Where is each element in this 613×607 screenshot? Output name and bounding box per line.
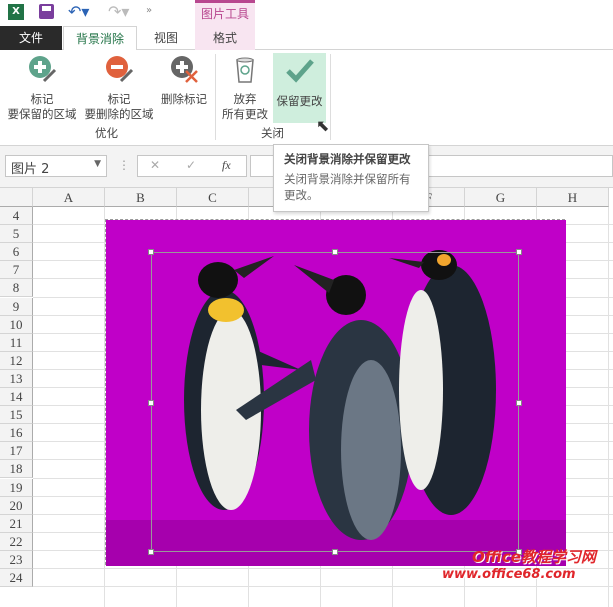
row-header-8[interactable]: 8 <box>0 279 33 298</box>
keep-changes-button[interactable]: 保留更改 <box>273 53 326 123</box>
label: 放弃 <box>233 92 257 106</box>
resize-handle[interactable] <box>148 249 154 255</box>
row-header-17[interactable]: 17 <box>0 442 33 461</box>
tab-background-removal[interactable]: 背景消除 <box>63 26 137 51</box>
row-header-10[interactable]: 10 <box>0 315 33 334</box>
cancel-icon[interactable]: ✕ <box>150 158 160 172</box>
save-icon[interactable] <box>39 4 54 19</box>
ribbon-tabs: 文件 背景消除 视图 格式 <box>0 26 613 51</box>
label: 保留更改 <box>276 94 323 108</box>
mark-remove-icon <box>106 56 134 83</box>
picture[interactable] <box>105 219 566 566</box>
watermark: Office教程学习网 www.office68.com <box>442 546 596 582</box>
watermark-line2: www.office68.com <box>442 567 576 582</box>
formula-buttons: ✕ ✓ fx <box>137 155 247 177</box>
resize-handle[interactable] <box>148 549 154 555</box>
name-box[interactable]: 图片 2 ▼ <box>5 155 107 177</box>
mark-remove-button[interactable]: 标记 要删除的区域 <box>80 54 158 122</box>
row-header-23[interactable]: 23 <box>0 550 33 569</box>
divider <box>215 54 216 140</box>
more-icon[interactable]: » <box>146 5 152 16</box>
row-header-13[interactable]: 13 <box>0 369 33 388</box>
discard-all-button[interactable]: 放弃 所有更改 <box>218 54 272 122</box>
ribbon: 标记 要保留的区域 标记 要删除的区域 删除标记 优化 放弃 所有更改 保留更改… <box>0 50 613 146</box>
row-header-22[interactable]: 22 <box>0 532 33 551</box>
row-header-6[interactable]: 6 <box>0 243 33 262</box>
resize-handle[interactable] <box>332 249 338 255</box>
mouse-cursor-icon: ⬉ <box>316 116 330 135</box>
row-header-15[interactable]: 15 <box>0 406 33 425</box>
watermark-line1: Office教程学习网 <box>472 548 596 566</box>
select-all-corner[interactable] <box>0 188 33 207</box>
resize-handle[interactable] <box>148 400 154 406</box>
delete-mark-icon <box>171 56 198 83</box>
keep-changes-icon <box>285 59 314 83</box>
tooltip-title: 关闭背景消除并保留更改 <box>284 152 411 166</box>
drag-handle-icon[interactable]: ⋮ <box>118 158 130 172</box>
row-header-4[interactable]: 4 <box>0 207 33 225</box>
column-header-A[interactable]: A <box>33 188 105 207</box>
row-header-19[interactable]: 19 <box>0 478 33 497</box>
tab-file[interactable]: 文件 <box>0 26 62 50</box>
tooltip: 关闭背景消除并保留更改 关闭背景消除并保留所有更改。 <box>273 144 429 212</box>
group-label-close: 关闭 <box>261 126 284 140</box>
row-header-21[interactable]: 21 <box>0 514 33 533</box>
row-header-14[interactable]: 14 <box>0 388 33 406</box>
label: 标记 <box>30 92 54 106</box>
row-header-24[interactable]: 24 <box>0 569 33 587</box>
resize-handle[interactable] <box>516 400 522 406</box>
column-header-G[interactable]: G <box>465 188 537 207</box>
resize-handle[interactable] <box>332 549 338 555</box>
row-header-5[interactable]: 5 <box>0 225 33 244</box>
chevron-down-icon[interactable]: ▼ <box>94 159 101 169</box>
mark-keep-icon <box>29 56 57 83</box>
enter-icon[interactable]: ✓ <box>186 158 196 172</box>
insert-function-icon[interactable]: fx <box>222 158 231 173</box>
mark-keep-button[interactable]: 标记 要保留的区域 <box>4 54 80 122</box>
excel-icon: X <box>8 4 24 20</box>
contextual-group-label: 图片工具 <box>195 0 255 26</box>
tab-format[interactable]: 格式 <box>195 26 255 50</box>
column-header-H[interactable]: H <box>537 188 609 207</box>
row-header-16[interactable]: 16 <box>0 424 33 443</box>
row-header-11[interactable]: 11 <box>0 333 33 352</box>
undo-icon[interactable]: ↶▾ <box>68 2 89 21</box>
grid-line <box>33 586 613 588</box>
delete-mark-button[interactable]: 删除标记 <box>158 54 210 107</box>
row-header-7[interactable]: 7 <box>0 261 33 280</box>
tab-view[interactable]: 视图 <box>138 26 194 50</box>
discard-icon <box>236 57 254 83</box>
divider <box>330 54 331 140</box>
row-header-18[interactable]: 18 <box>0 460 33 479</box>
column-header-B[interactable]: B <box>105 188 177 207</box>
row-header-20[interactable]: 20 <box>0 496 33 515</box>
grid-line <box>608 207 609 607</box>
column-header-C[interactable]: C <box>177 188 249 207</box>
label: 要保留的区域 <box>7 107 77 121</box>
label: 要删除的区域 <box>84 107 154 121</box>
quick-access-toolbar: X ↶▾ ↷▾ » 图片工具 <box>0 0 613 26</box>
label: 删除标记 <box>161 92 207 106</box>
name-box-value: 图片 2 <box>11 162 50 177</box>
selection-box[interactable] <box>148 249 522 555</box>
label: 所有更改 <box>222 107 268 121</box>
redo-icon[interactable]: ↷▾ <box>108 2 129 21</box>
row-header-9[interactable]: 9 <box>0 297 33 316</box>
label: 标记 <box>107 92 131 106</box>
tooltip-body: 关闭背景消除并保留所有更改。 <box>284 172 411 202</box>
resize-handle[interactable] <box>516 249 522 255</box>
row-header-12[interactable]: 12 <box>0 351 33 370</box>
group-label-refine: 优化 <box>95 126 118 140</box>
